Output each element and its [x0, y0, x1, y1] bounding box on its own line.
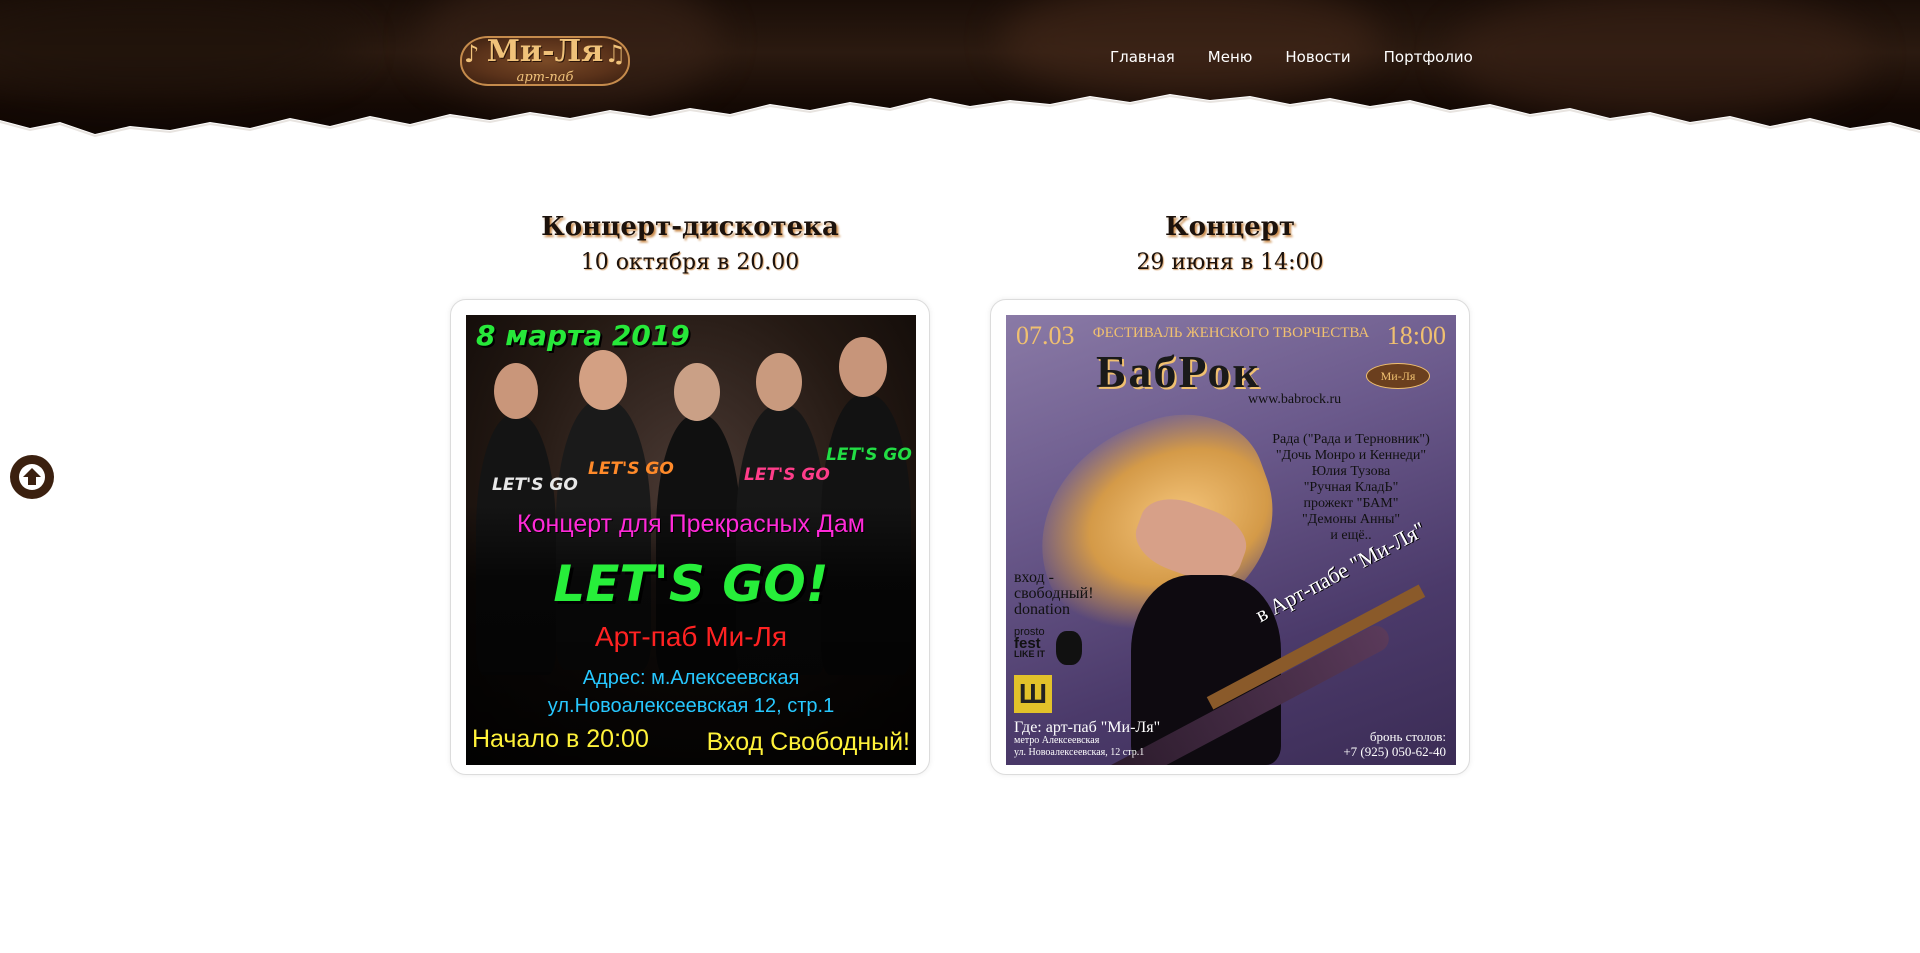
band-member-head — [756, 353, 802, 411]
lineup-item: Рада ("Рада и Терновник") — [1272, 432, 1430, 447]
main-nav: Главная Меню Новости Портфолио — [1110, 48, 1473, 66]
shirt-print: LET'S GO — [588, 459, 674, 479]
event-card: Концерт-дискотека 10 октября в 20.00 LET… — [450, 212, 930, 775]
shirt-print: LET'S GO — [744, 465, 830, 485]
band-member-head — [494, 363, 538, 419]
entry-line: свободный! — [1014, 585, 1094, 602]
logo-title: Ми-Ля — [486, 34, 604, 69]
poster-website: www.babrock.ru — [1248, 392, 1342, 407]
lineup-item: "Дочь Монро и Кеннеди" — [1275, 448, 1427, 463]
entry-line: вход - — [1014, 569, 1054, 586]
torn-paper-edge — [0, 94, 1920, 150]
site-logo[interactable]: ♪ ♫ Ми-Ля арт-паб — [460, 30, 630, 90]
nav-link-portfolio[interactable]: Портфолио — [1384, 48, 1473, 66]
poster-start-time: Начало в 20:00 — [472, 725, 649, 753]
poster-festival-name: БабРок — [1096, 346, 1261, 397]
nav-link-menu[interactable]: Меню — [1208, 48, 1253, 66]
sponsor-logo: prosto fest LIKE IT — [1014, 627, 1045, 660]
poster-address: Адрес: м.Алексеевская — [582, 667, 800, 689]
event-poster[interactable]: 07.03 ФЕСТИВАЛЬ ЖЕНСКОГО ТВОРЧЕСТВА 18:0… — [1006, 315, 1456, 765]
band-member-head — [674, 363, 720, 421]
event-date: 29 июня в 14:00 — [1136, 250, 1324, 275]
site-header: ♪ ♫ Ми-Ля арт-паб Главная Меню Новости П… — [0, 0, 1920, 150]
logo-subtitle: арт-паб — [516, 70, 574, 85]
entry-line: donation — [1014, 601, 1070, 618]
band-member-head — [579, 350, 627, 410]
poster-metro: метро Алексеевская — [1014, 735, 1100, 746]
poster-subtitle: Концерт для Прекрасных Дам — [517, 510, 865, 538]
event-card: Концерт 29 июня в 14:00 07.03 ФЕСТИВАЛЬ … — [990, 212, 1470, 775]
event-date: 10 октября в 20.00 — [580, 250, 800, 275]
lineup-item: прожект "БАМ" — [1303, 496, 1399, 511]
poster-entry: вход - свободный! donation — [1014, 570, 1094, 618]
shirt-print: LET'S GO — [492, 475, 578, 495]
shirt-print: LET'S GO — [826, 445, 912, 465]
lineup-item: Юлия Тузова — [1311, 464, 1391, 479]
event-title: Концерт — [1164, 212, 1296, 242]
band-member-head — [839, 337, 887, 397]
sponsor-text: LIKE IT — [1014, 649, 1045, 659]
nav-link-news[interactable]: Новости — [1285, 48, 1350, 66]
event-title: Концерт-дискотека — [541, 212, 839, 242]
poster-frame: LET'S GO LET'S GO LET'S GO LET'S GO 8 ма… — [450, 299, 930, 775]
poster-booking-label: бронь столов: — [1369, 729, 1446, 744]
poster-address: ул.Новоалексеевская 12, стр.1 — [547, 695, 835, 717]
poster-mini-logo: Ми-Ля — [1366, 363, 1430, 389]
arrow-up-circle-icon — [19, 464, 45, 490]
poster-time: 18:00 — [1386, 321, 1446, 350]
poster-venue: Арт-паб Ми-Ля — [594, 621, 788, 652]
lineup-item: "Ручная КладЬ" — [1303, 480, 1399, 495]
sponsor-text: fest — [1014, 635, 1041, 652]
sponsor-fist-icon — [1056, 631, 1082, 665]
poster-booking-phone: +7 (925) 050-62-40 — [1343, 744, 1446, 759]
poster-street: ул. Новоалексеевская, 12 стр.1 — [1014, 747, 1145, 758]
nav-link-home[interactable]: Главная — [1110, 48, 1175, 66]
poster-entry: Вход Свободный! — [706, 728, 910, 756]
poster-date: 8 марта 2019 — [476, 319, 690, 352]
event-poster[interactable]: LET'S GO LET'S GO LET'S GO LET'S GO 8 ма… — [466, 315, 916, 765]
poster-frame: 07.03 ФЕСТИВАЛЬ ЖЕНСКОГО ТВОРЧЕСТВА 18:0… — [990, 299, 1470, 775]
poster-band-name: LET'S GO! — [553, 555, 829, 613]
sponsor-badge-icon: Ш — [1014, 675, 1052, 713]
scroll-to-top-button[interactable] — [10, 455, 54, 499]
